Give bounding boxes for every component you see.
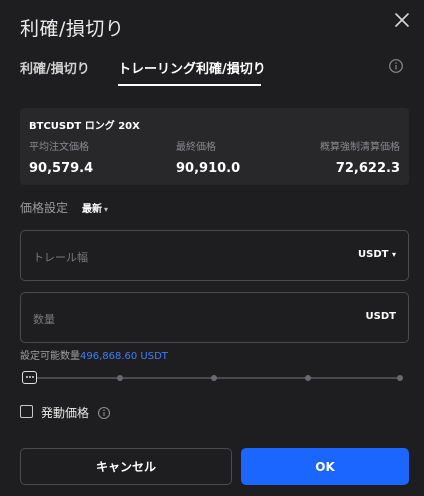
tab-bar: 利確/損切り トレーリング利確/損切り	[20, 56, 404, 88]
price-setting-label: 価格設定	[20, 201, 69, 215]
liq-price-label: 概算強制清算価格	[320, 142, 400, 153]
last-price-label: 最終価格	[176, 142, 216, 153]
ok-button[interactable]: OK	[241, 448, 409, 485]
quantity-unit: USDT	[365, 311, 396, 322]
dialog-title: 利確/損切り	[20, 18, 125, 40]
avg-entry-value: 90,579.4	[29, 161, 94, 176]
avg-entry-price: 平均注文価格 90,579.4	[29, 138, 93, 176]
tab-trailing-tpsl[interactable]: トレーリング利確/損切り	[118, 58, 266, 77]
position-summary-card: BTCUSDT ロング 20X 平均注文価格 90,579.4 最終価格 90,…	[20, 108, 409, 185]
trigger-price-label[interactable]: 発動価格	[41, 404, 89, 421]
trail-unit-value: USDT	[358, 249, 389, 260]
slider-step-100[interactable]	[397, 375, 403, 381]
available-amount: 496,868.60 USDT	[80, 351, 168, 362]
chevron-down-icon: ▾	[104, 205, 109, 214]
quantity-placeholder: 数量	[33, 313, 55, 326]
liquidation-price: 概算強制清算価格 72,622.3	[320, 138, 400, 176]
available-label: 設定可能数量	[20, 351, 80, 362]
tpsl-dialog: 利確/損切り 利確/損切り トレーリング利確/損切り BTCUSDT ロング 2…	[0, 0, 424, 496]
quantity-input[interactable]: 数量 USDT	[20, 292, 409, 343]
available-quantity: 設定可能数量496,868.60 USDT	[20, 347, 168, 362]
slider-step-50[interactable]	[211, 375, 217, 381]
trail-amount-input[interactable]: トレール幅 USDT ▾	[20, 230, 409, 281]
price-type-dropdown[interactable]: 最新 ▾	[82, 200, 108, 215]
last-price-value: 90,910.0	[176, 161, 241, 176]
avg-entry-label: 平均注文価格	[29, 142, 89, 153]
cancel-button[interactable]: キャンセル	[20, 448, 232, 485]
trigger-price-checkbox[interactable]	[20, 405, 33, 418]
info-icon[interactable]	[388, 58, 404, 74]
liq-price-value: 72,622.3	[335, 161, 400, 176]
tab-tpsl[interactable]: 利確/損切り	[20, 58, 90, 77]
active-tab-indicator	[118, 84, 261, 86]
price-type-value: 最新	[82, 204, 102, 215]
position-symbol: BTCUSDT ロング 20X	[29, 121, 140, 132]
last-price: 最終価格 90,910.0	[176, 138, 240, 176]
info-icon[interactable]	[97, 405, 111, 420]
chevron-down-icon: ▾	[391, 250, 396, 259]
trail-unit-dropdown[interactable]: USDT ▾	[358, 249, 396, 260]
close-icon[interactable]	[392, 10, 412, 30]
slider-handle[interactable]	[22, 371, 37, 384]
slider-step-75[interactable]	[305, 375, 311, 381]
trail-amount-placeholder: トレール幅	[33, 251, 88, 264]
quantity-slider[interactable]	[20, 370, 404, 386]
slider-step-25[interactable]	[117, 375, 123, 381]
